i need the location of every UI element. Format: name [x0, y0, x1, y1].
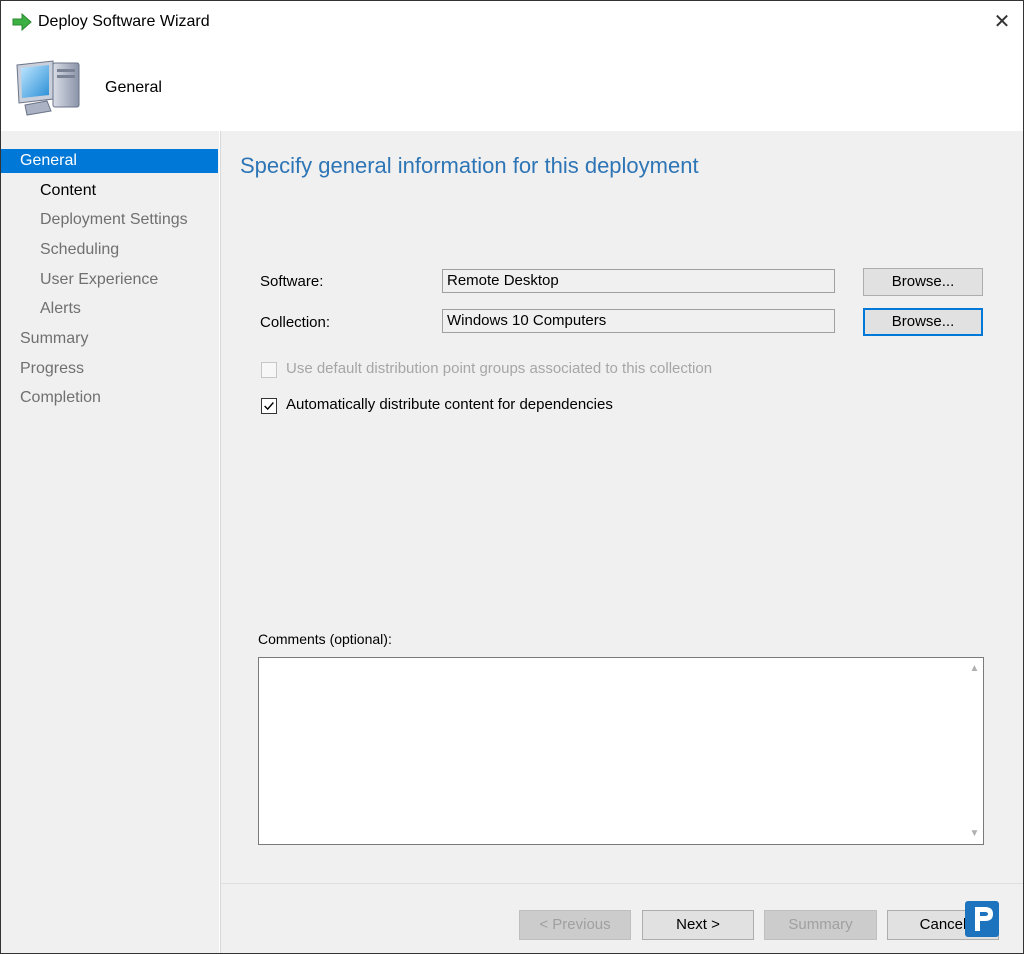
summary-button[interactable]: Summary — [764, 910, 877, 940]
nav-step-content[interactable]: Content — [1, 179, 96, 203]
page-heading: Specify general information for this dep… — [240, 153, 699, 178]
default-dp-groups-checkbox[interactable] — [261, 362, 277, 378]
auto-distribute-checkbox[interactable] — [261, 398, 277, 414]
nav-step-alerts[interactable]: Alerts — [1, 297, 81, 321]
nav-step-progress[interactable]: Progress — [1, 357, 84, 381]
wizard-header: General — [1, 45, 1023, 131]
close-icon: ✕ — [993, 11, 1011, 33]
wizard-content: Specify general information for this dep… — [220, 131, 1023, 953]
wizard-steps-nav: General Content Deployment Settings Sche… — [1, 131, 220, 953]
close-button[interactable]: ✕ — [987, 7, 1017, 37]
nav-step-completion[interactable]: Completion — [1, 386, 101, 410]
nav-step-general[interactable]: General — [1, 149, 218, 173]
nav-step-scheduling[interactable]: Scheduling — [1, 238, 119, 262]
next-button[interactable]: Next > — [642, 910, 754, 940]
previous-button[interactable]: < Previous — [519, 910, 631, 940]
checkmark-icon — [264, 402, 274, 411]
header-title: General — [105, 79, 162, 96]
deploy-software-wizard-window: Deploy Software Wizard ✕ General General… — [0, 0, 1024, 954]
nav-step-summary[interactable]: Summary — [1, 327, 88, 351]
scroll-down-icon[interactable]: ▼ — [966, 825, 983, 842]
scroll-up-icon[interactable]: ▲ — [966, 660, 983, 677]
software-label: Software: — [260, 273, 324, 290]
computer-icon — [16, 60, 80, 116]
collection-field[interactable]: Windows 10 Computers — [442, 309, 835, 333]
site-logo-icon — [965, 901, 999, 937]
collection-browse-button[interactable]: Browse... — [863, 308, 983, 336]
comments-textarea[interactable]: ▲ ▼ — [258, 657, 984, 845]
footer-separator — [220, 883, 1023, 884]
software-browse-button[interactable]: Browse... — [863, 268, 983, 296]
green-arrow-icon — [12, 13, 32, 31]
collection-label: Collection: — [260, 314, 331, 331]
nav-step-user-experience[interactable]: User Experience — [1, 268, 158, 292]
software-field[interactable]: Remote Desktop — [442, 269, 835, 293]
title-bar: Deploy Software Wizard ✕ — [1, 1, 1023, 45]
window-title: Deploy Software Wizard — [38, 13, 210, 30]
comments-label: Comments (optional): — [258, 631, 392, 647]
nav-step-deployment-settings[interactable]: Deployment Settings — [1, 208, 188, 232]
wizard-body: General Content Deployment Settings Sche… — [1, 131, 1023, 953]
auto-distribute-label: Automatically distribute content for dep… — [286, 396, 613, 413]
comments-scrollbar[interactable]: ▲ ▼ — [966, 658, 983, 844]
default-dp-groups-label: Use default distribution point groups as… — [286, 360, 713, 377]
